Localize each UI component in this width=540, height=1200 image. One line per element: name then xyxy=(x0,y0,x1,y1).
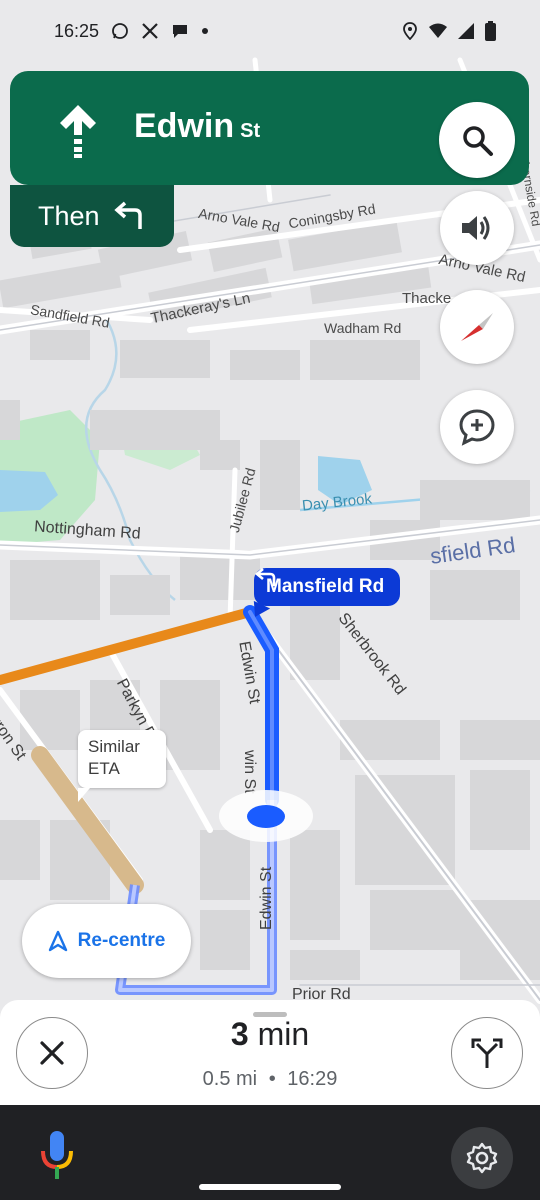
trip-separator: • xyxy=(268,1068,276,1090)
trip-summary-panel[interactable]: 3 min 0.5 mi • 16:29 xyxy=(0,1000,540,1105)
then-card[interactable]: Then xyxy=(10,185,174,247)
turn-left-icon xyxy=(254,568,276,586)
sound-button[interactable] xyxy=(440,191,514,265)
location-icon xyxy=(403,22,417,40)
compass-icon xyxy=(461,313,493,341)
alternate-routes-icon xyxy=(471,1038,503,1068)
turn-left-icon xyxy=(113,201,142,229)
settings-button[interactable] xyxy=(451,1127,513,1189)
street-name: Edwin St xyxy=(134,107,260,146)
wifi-icon xyxy=(429,23,447,38)
map-label-thacke: Thacke xyxy=(402,290,452,307)
eta-bubble-line1: Similar xyxy=(88,737,140,756)
turn-callout-label: Mansfield Rd xyxy=(266,576,385,597)
street-name-main: Edwin xyxy=(134,107,235,145)
search-button[interactable] xyxy=(439,102,515,178)
street-name-suffix: St xyxy=(240,120,261,142)
map-label-edwin-st: Edwin St xyxy=(258,866,275,930)
map-label-edwin-st: win St xyxy=(241,750,258,794)
alternate-routes-button[interactable] xyxy=(451,1017,523,1089)
current-location-icon xyxy=(247,805,285,828)
battery-icon xyxy=(485,21,496,41)
trip-distance: 0.5 mi xyxy=(202,1068,258,1090)
navigation-arrow-icon xyxy=(48,930,67,952)
trip-duration-number: 3 xyxy=(230,1016,249,1052)
whatsapp-icon xyxy=(112,23,128,39)
eta-bubble-line2: ETA xyxy=(88,759,120,779)
report-button[interactable] xyxy=(440,390,514,464)
signal-icon xyxy=(458,23,474,39)
then-label: Then xyxy=(38,200,100,231)
recentre-label: Re-centre xyxy=(77,930,166,951)
status-bar: 16:25 xyxy=(0,0,540,62)
similar-eta-bubble[interactable]: Similar ETA xyxy=(78,730,166,802)
add-comment-icon xyxy=(459,409,495,446)
microphone-icon[interactable] xyxy=(38,1127,78,1183)
home-gesture-bar[interactable] xyxy=(199,1184,341,1190)
trip-duration-unit: min xyxy=(257,1016,310,1052)
x-icon xyxy=(142,23,158,39)
status-time: 16:25 xyxy=(54,20,100,41)
search-icon xyxy=(463,126,493,156)
volume-icon xyxy=(462,216,490,240)
turn-callout: Mansfield Rd xyxy=(254,568,401,606)
recentre-button[interactable]: Re-centre xyxy=(22,904,191,978)
dot-icon xyxy=(202,28,209,34)
straight-arrow-icon xyxy=(60,105,96,158)
gear-icon xyxy=(466,1142,498,1174)
map-label-wadham-rd: Wadham Rd xyxy=(324,320,402,336)
trip-arrival-time: 16:29 xyxy=(287,1068,338,1090)
chat-icon xyxy=(173,25,188,38)
compass-button[interactable] xyxy=(440,290,514,364)
system-navigation-bar xyxy=(0,1105,540,1200)
